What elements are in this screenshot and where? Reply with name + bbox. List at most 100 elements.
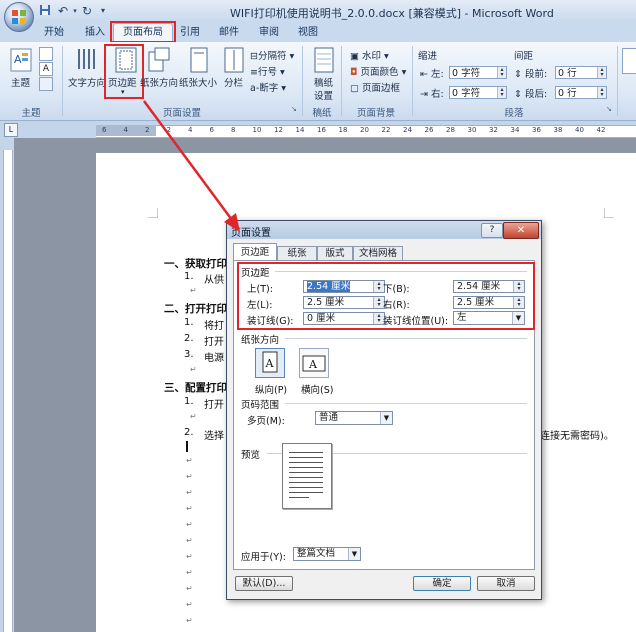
close-button[interactable]: ✕ <box>503 222 539 239</box>
tab-margins[interactable]: 页边距 <box>233 243 277 261</box>
spin-arrows-icon[interactable]: ▴ ▾ <box>497 87 506 98</box>
spacing-title: 间距 <box>514 51 534 62</box>
portrait-icon: A <box>262 351 278 373</box>
ruler-tick-label: 28 <box>446 126 455 134</box>
apply-to-select[interactable]: 整篇文档 ▼ <box>293 547 361 561</box>
window-title: WIFI打印机使用说明书_2.0.0.docx [兼容模式] - Microso… <box>230 7 554 20</box>
watermark-label: 水印 <box>362 51 382 62</box>
ruler-tick-label: 4 <box>188 126 193 134</box>
spin-arrows-icon[interactable]: ▴ ▾ <box>597 87 606 98</box>
spin-arrows-icon[interactable]: ▴ ▾ <box>497 67 506 78</box>
indent-right-icon: ⇥ <box>420 89 428 100</box>
page-size-icon[interactable] <box>188 47 210 76</box>
ruler-tick-label: 32 <box>489 126 498 134</box>
watermark-button[interactable]: ▣ 水印 ▾ <box>350 48 389 62</box>
indent-left-icon: ⇤ <box>420 69 428 80</box>
draft-setting-label-2[interactable]: 设置 <box>314 88 333 102</box>
breaks-label: 分隔符 <box>257 51 287 62</box>
paragraph-mark: ↵ <box>186 584 193 593</box>
help-button[interactable]: ? <box>481 223 503 238</box>
tab-view[interactable]: 视图 <box>298 24 318 42</box>
landscape-label[interactable]: 横向(S) <box>301 382 333 396</box>
ruler-tick-label: 18 <box>338 126 348 134</box>
columns-icon[interactable] <box>224 47 244 76</box>
theme-icon[interactable]: A <box>10 48 32 72</box>
indent-right-input[interactable]: 0 字符 ▴ ▾ <box>449 86 507 99</box>
paragraph-mark: ↵ <box>186 536 193 545</box>
tab-insert[interactable]: 插入 <box>85 24 105 42</box>
page-border-button[interactable]: ▢ 页面边框 <box>350 80 400 94</box>
indent-right-text: 右: <box>431 89 444 100</box>
multiple-pages-value: 普通 <box>319 412 339 423</box>
theme-colors-icon[interactable] <box>39 47 53 61</box>
columns-label[interactable]: 分栏 <box>224 75 243 89</box>
tab-paper[interactable]: 纸张 <box>277 246 317 260</box>
line-numbers-button[interactable]: ≡行号 ▾ <box>250 64 285 78</box>
list-item: 从供 <box>204 275 224 286</box>
ruler-tick-label: 20 <box>360 126 369 134</box>
draft-paper-icon[interactable] <box>313 47 335 76</box>
customize-qa-icon[interactable]: ▾ <box>96 4 110 18</box>
tab-mailings[interactable]: 邮件 <box>219 24 239 42</box>
group-label-page-setup: 页面设置 <box>162 108 201 119</box>
page-setup-launcher-icon[interactable]: ↘ <box>291 105 297 113</box>
redo-icon[interactable]: ↻ <box>80 4 94 18</box>
preview-line <box>289 462 323 463</box>
text-direction-label[interactable]: 文字方向 <box>68 75 106 89</box>
ruler-tick-label: 34 <box>510 126 520 134</box>
draft-setting-label-1[interactable]: 稿纸 <box>314 75 333 89</box>
theme-fonts-icon[interactable]: A <box>39 62 53 76</box>
indent-right-value: 0 字符 <box>452 88 481 99</box>
list-number: 1. <box>184 317 194 328</box>
indent-left-text: 左: <box>431 69 444 80</box>
group-separator <box>617 46 618 116</box>
portrait-label[interactable]: 纵向(P) <box>255 382 287 396</box>
list-item: 打开 <box>204 400 224 411</box>
orientation-icon[interactable] <box>148 47 170 76</box>
tab-references[interactable]: 引用 <box>180 24 200 42</box>
theme-effects-icon[interactable] <box>39 77 53 91</box>
paragraph-launcher-icon[interactable]: ↘ <box>606 105 612 113</box>
breaks-button[interactable]: ⊟分隔符 ▾ <box>250 48 294 62</box>
hyphenation-icon: a- <box>250 83 260 94</box>
tab-layout[interactable]: 版式 <box>317 246 353 260</box>
line-numbers-label: 行号 <box>257 67 277 78</box>
group-separator <box>341 46 342 116</box>
page-color-button[interactable]: ◘ 页面颜色 ▾ <box>350 64 406 78</box>
multiple-pages-select[interactable]: 普通 ▼ <box>315 411 393 425</box>
save-icon[interactable] <box>38 4 52 18</box>
portrait-option[interactable]: A <box>255 348 285 378</box>
ruler-tick-label: 16 <box>317 126 326 134</box>
list-item-tail: 连接无需密码)。 <box>540 431 614 442</box>
spacing-before-input[interactable]: 0 行 ▴ ▾ <box>555 66 607 79</box>
office-button[interactable] <box>4 2 34 32</box>
paragraph-mark: ↵ <box>190 412 197 421</box>
heading-3: 三、配置打印 <box>164 382 227 394</box>
cancel-button[interactable]: 取消 <box>477 576 535 591</box>
tab-document-grid[interactable]: 文档网格 <box>353 246 403 260</box>
tab-home[interactable]: 开始 <box>44 24 64 42</box>
vertical-ruler[interactable] <box>3 150 13 632</box>
ruler-tick-label: 6 <box>102 126 107 134</box>
spacing-after-input[interactable]: 0 行 ▴ ▾ <box>555 86 607 99</box>
landscape-option[interactable]: A <box>299 348 329 378</box>
orientation-label[interactable]: 纸张方向 <box>140 75 178 89</box>
list-item: 将打 <box>204 321 224 332</box>
arrange-icon[interactable] <box>622 48 636 74</box>
tab-selector-icon[interactable]: L <box>4 123 18 137</box>
ruler-tick-label: 10 <box>252 126 262 134</box>
spin-arrows-icon[interactable]: ▴ ▾ <box>597 67 606 78</box>
ruler-tick-label: 42 <box>596 126 606 134</box>
page-size-label[interactable]: 纸张大小 <box>179 75 217 89</box>
ruler-tick-label: 2 <box>166 126 171 134</box>
default-button[interactable]: 默认(D)... <box>235 576 293 591</box>
text-direction-icon[interactable] <box>76 47 98 76</box>
ruler-tick-label: 24 <box>403 126 412 134</box>
hyphenation-button[interactable]: a-断字 ▾ <box>250 80 286 94</box>
preview-line <box>289 477 323 478</box>
tab-review[interactable]: 审阅 <box>259 24 279 42</box>
indent-left-input[interactable]: 0 字符 ▴ ▾ <box>449 66 507 79</box>
group-separator <box>302 46 303 116</box>
ok-button[interactable]: 确定 <box>413 576 471 591</box>
theme-button-label[interactable]: 主题 <box>11 75 30 89</box>
